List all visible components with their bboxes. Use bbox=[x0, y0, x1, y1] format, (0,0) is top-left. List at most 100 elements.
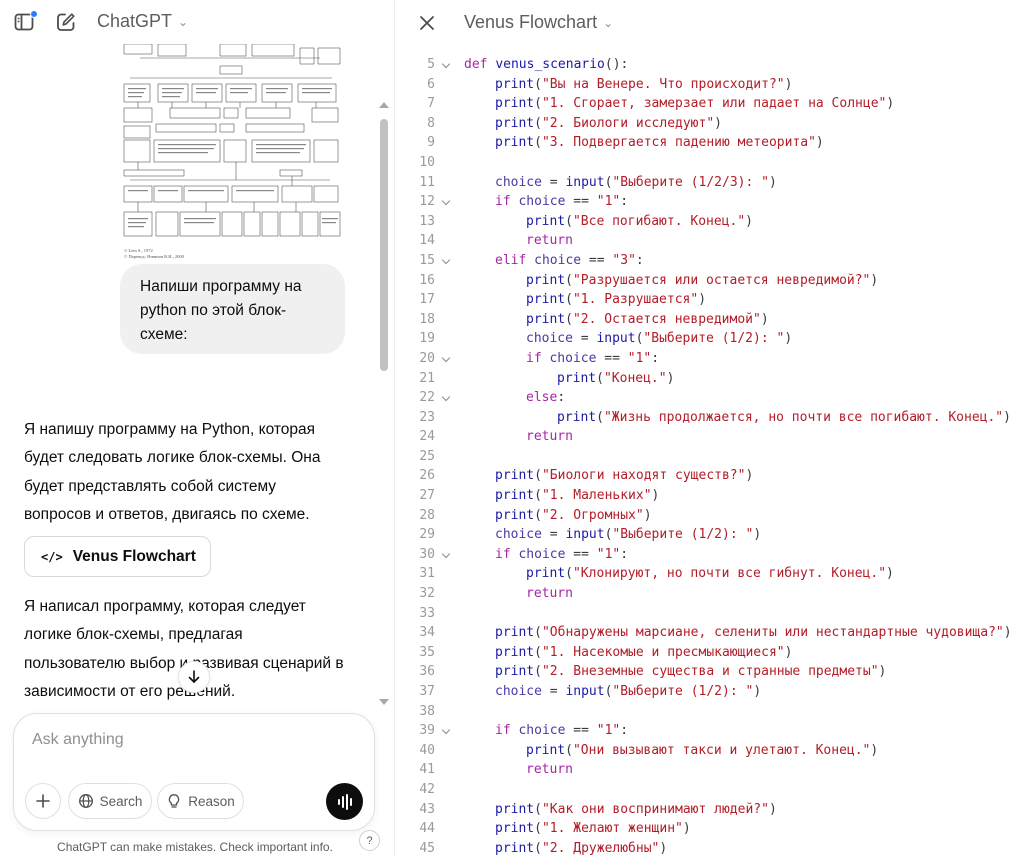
code-token: "Все погибают. Конец." bbox=[572, 213, 746, 229]
code-line[interactable]: 10 bbox=[396, 153, 1012, 173]
code-text: print("Как они воспринимают людей?") bbox=[495, 800, 777, 820]
code-line[interactable]: 14 return bbox=[396, 231, 1012, 251]
code-token: "1. Насекомые и пресмыкающиеся" bbox=[541, 644, 785, 660]
help-button[interactable]: ? bbox=[359, 830, 380, 851]
code-line[interactable]: 37 choice = input("Выберите (1/2): ") bbox=[396, 682, 1012, 702]
code-token: print bbox=[526, 311, 566, 327]
model-selector[interactable]: ChatGPT ⌄ bbox=[97, 11, 188, 32]
document-title-selector[interactable]: Venus Flowchart ⌄ bbox=[464, 12, 613, 33]
code-line[interactable]: 42 bbox=[396, 780, 1012, 800]
scroll-up-arrow-icon[interactable] bbox=[379, 102, 389, 108]
code-line[interactable]: 35 print("1. Насекомые и пресмыкающиеся") bbox=[396, 643, 1012, 663]
code-line[interactable]: 20 if choice == "1": bbox=[396, 349, 1012, 369]
line-number: 43 bbox=[419, 801, 435, 817]
code-token: ) bbox=[698, 292, 707, 308]
code-token: "Они вызывают такси и улетают. Конец." bbox=[572, 742, 871, 758]
code-token: ) bbox=[745, 213, 753, 229]
code-line[interactable]: 31 print("Клонируют, но почти все гибнут.… bbox=[396, 564, 1012, 584]
code-line[interactable]: 5 def venus_scenario(): bbox=[396, 55, 1012, 75]
scrollbar-thumb[interactable] bbox=[380, 119, 388, 371]
reason-button[interactable]: Reason bbox=[157, 783, 244, 819]
message-input[interactable]: Ask anything bbox=[32, 731, 124, 749]
code-line[interactable]: 24 return bbox=[396, 427, 1012, 447]
code-line[interactable]: 18 print("2. Остается невредимой") bbox=[396, 310, 1012, 330]
fold-chevron-icon[interactable] bbox=[441, 55, 453, 75]
code-token: input bbox=[565, 684, 605, 699]
code-line[interactable]: 7 print("1. Сгорает, замерзает или падает… bbox=[396, 94, 1012, 114]
line-number: 8 bbox=[427, 115, 435, 131]
code-line[interactable]: 26 print("Биологи находят существ?") bbox=[396, 466, 1012, 486]
code-line[interactable]: 23 print("Жизнь продолжается, но почти вс… bbox=[396, 408, 1012, 428]
code-text: print("Жизнь продолжается, но почти все … bbox=[557, 408, 1011, 428]
code-line[interactable]: 39 if choice == "1": bbox=[396, 721, 1012, 741]
fold-chevron-icon[interactable] bbox=[441, 192, 453, 212]
code-editor[interactable]: 5 def venus_scenario(): 6 print("Вы на Вене… bbox=[396, 55, 1012, 857]
code-token: ) bbox=[768, 174, 777, 190]
fold-chevron-icon[interactable] bbox=[441, 388, 453, 408]
code-token: ) bbox=[745, 468, 754, 484]
code-line[interactable]: 11 choice = input("Выберите (1/2/3): ") bbox=[396, 173, 1012, 193]
code-line[interactable]: 34 print("Обнаружены марсиане, селениты и… bbox=[396, 623, 1012, 643]
fold-chevron-icon[interactable] bbox=[441, 721, 453, 741]
code-line[interactable]: 38 bbox=[396, 702, 1012, 722]
code-line[interactable]: 9 print("3. Подвергается падению метеорит… bbox=[396, 133, 1012, 153]
code-token: ) bbox=[753, 527, 762, 543]
code-text: print("Обнаружены марсиане, селениты или… bbox=[495, 623, 1012, 643]
code-token: ( bbox=[534, 801, 542, 817]
code-token: ( bbox=[534, 115, 542, 131]
fold-chevron-icon[interactable] bbox=[441, 349, 453, 369]
code-line[interactable]: 21 print("Конец.") bbox=[396, 369, 1012, 389]
user-message: Напиши программу на python по этой блок-… bbox=[120, 264, 345, 354]
code-line[interactable]: 22 else: bbox=[396, 388, 1012, 408]
attach-button[interactable] bbox=[25, 783, 61, 819]
code-line[interactable]: 40 print("Они вызывают такси и улетают. К… bbox=[396, 741, 1012, 761]
voice-mode-button[interactable] bbox=[326, 783, 363, 820]
code-line[interactable]: 15 elif choice == "3": bbox=[396, 251, 1012, 271]
code-line[interactable]: 6 print("Вы на Венере. Что происходит?") bbox=[396, 75, 1012, 95]
canvas-open-button[interactable]: </> Venus Flowchart bbox=[24, 536, 211, 577]
scroll-to-bottom-button[interactable] bbox=[178, 661, 210, 693]
code-token: print bbox=[526, 566, 566, 582]
code-line[interactable]: 30 if choice == "1": bbox=[396, 545, 1012, 565]
code-line[interactable]: 44 print("1. Желают женщин") bbox=[396, 819, 1012, 839]
code-line[interactable]: 13 print("Все погибают. Конец.") bbox=[396, 212, 1012, 232]
code-line[interactable]: 29 choice = input("Выберите (1/2): ") bbox=[396, 525, 1012, 545]
code-token: ( bbox=[534, 96, 542, 112]
code-text: return bbox=[526, 760, 573, 780]
code-line[interactable]: 28 print("2. Огромных") bbox=[396, 506, 1012, 526]
code-line[interactable]: 19 choice = input("Выберите (1/2): ") bbox=[396, 329, 1012, 349]
code-token: print bbox=[526, 292, 566, 308]
code-token: "3" bbox=[612, 252, 636, 268]
lightbulb-icon bbox=[168, 794, 180, 808]
scroll-down-arrow-icon[interactable] bbox=[379, 699, 389, 705]
code-line[interactable]: 33 bbox=[396, 604, 1012, 624]
code-line[interactable]: 27 print("1. Маленьких") bbox=[396, 486, 1012, 506]
line-number: 5 bbox=[427, 57, 435, 72]
code-token: def bbox=[464, 57, 496, 72]
code-line[interactable]: 8 print("2. Биологи исследуют") bbox=[396, 114, 1012, 134]
code-token: ( bbox=[534, 468, 542, 484]
code-line[interactable]: 32 return bbox=[396, 584, 1012, 604]
code-line[interactable]: 36 print("2. Внеземные существа и странны… bbox=[396, 662, 1012, 682]
code-token: return bbox=[526, 586, 573, 602]
line-number: 24 bbox=[419, 429, 435, 445]
close-icon[interactable] bbox=[414, 10, 440, 36]
code-line[interactable]: 25 bbox=[396, 447, 1012, 467]
code-token: print bbox=[495, 664, 535, 680]
code-line[interactable]: 41 return bbox=[396, 760, 1012, 780]
chat-scrollbar[interactable] bbox=[377, 44, 391, 714]
code-line[interactable]: 12 if choice == "1": bbox=[396, 192, 1012, 212]
code-token: "Выберите (1/2/3): " bbox=[612, 174, 769, 190]
code-line[interactable]: 43 print("Как они воспринимают людей?") bbox=[396, 800, 1012, 820]
code-token: if bbox=[495, 723, 519, 739]
code-line[interactable]: 17 print("1. Разрушается") bbox=[396, 290, 1012, 310]
code-line[interactable]: 45 print("2. Дружелюбны") bbox=[396, 839, 1012, 857]
search-button[interactable]: Search bbox=[68, 783, 152, 819]
line-number: 28 bbox=[419, 507, 435, 523]
fold-chevron-icon[interactable] bbox=[441, 251, 453, 271]
new-chat-icon[interactable] bbox=[53, 9, 79, 35]
plus-icon bbox=[36, 794, 50, 808]
code-line[interactable]: 16 print("Разрушается или остается невред… bbox=[396, 271, 1012, 291]
fold-chevron-icon[interactable] bbox=[441, 545, 453, 565]
line-number: 25 bbox=[419, 448, 435, 464]
